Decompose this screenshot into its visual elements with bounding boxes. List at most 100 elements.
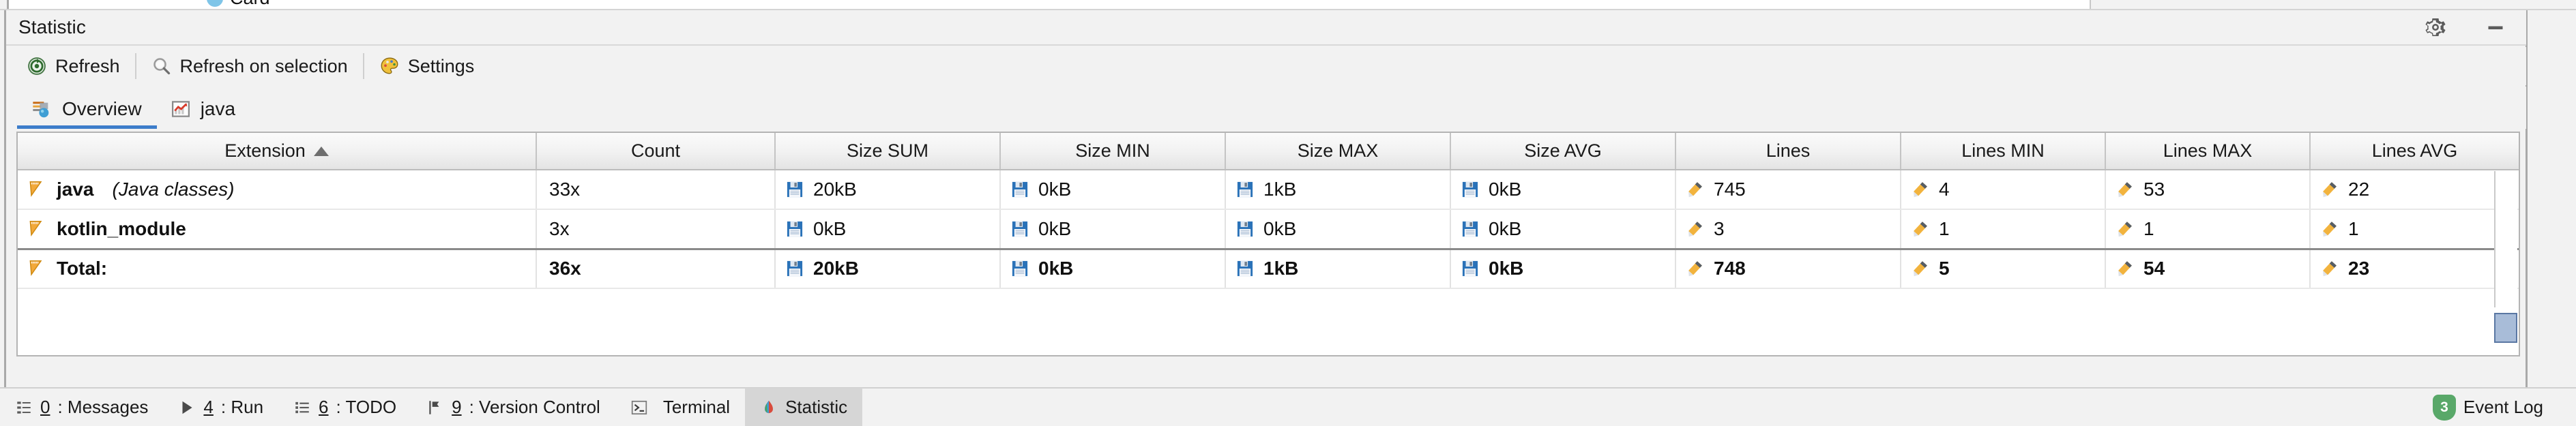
class-icon [207, 0, 223, 7]
gear-icon[interactable] [2420, 12, 2451, 43]
column-header-lines-avg-label: Lines AVG [2371, 140, 2458, 161]
cell-size-sum: 20kB [775, 247, 1001, 289]
cell-lines: 3 [1675, 209, 1901, 249]
cell-size-sum-value: 20kB [813, 179, 857, 200]
status-bar-item-statistic-label: Statistic [785, 397, 848, 417]
tab-overview[interactable]: Overview [17, 89, 157, 129]
cell-total-count: 36x [549, 258, 581, 279]
refresh-icon [27, 56, 47, 76]
cell-size-max-value: 0kB [1263, 217, 1297, 239]
status-bar-item-run-mnemonic: 4 [203, 397, 214, 417]
cell-lines-avg-value: 1 [2348, 217, 2359, 239]
column-header-lines-min[interactable]: Lines MIN [1901, 133, 2106, 170]
status-bar-item-version-control-mnemonic: 9 [452, 397, 462, 417]
refresh-button-label: Refresh [55, 55, 120, 76]
sort-ascending-icon [313, 146, 329, 156]
status-bar-item-event-log-label: Event Log [2463, 397, 2543, 417]
terminal-icon [630, 399, 648, 416]
pencil-icon [1686, 219, 1705, 239]
cell-size-min: 0kB [1000, 247, 1226, 289]
cell-size-max: 1kB [1225, 247, 1451, 289]
cell-lines-min: 4 [1901, 170, 2106, 210]
cell-size-sum: 20kB [775, 170, 1001, 210]
column-header-extension-label: Extension [224, 140, 306, 161]
editor-tab-card[interactable]: Card [207, 0, 270, 9]
chart-icon [171, 99, 191, 119]
toolbar-separator-1 [134, 53, 136, 79]
column-header-size-max[interactable]: Size MAX [1225, 133, 1451, 170]
floppy-disk-icon [1010, 259, 1029, 278]
palette-icon [379, 56, 400, 76]
floppy-disk-icon [785, 259, 804, 278]
column-header-lines-avg[interactable]: Lines AVG [2310, 133, 2519, 170]
column-header-extension[interactable]: Extension [18, 133, 537, 170]
pencil-icon [1686, 259, 1705, 278]
floppy-disk-icon [1235, 180, 1255, 199]
minimize-icon[interactable] [2480, 12, 2511, 43]
pencil-icon [1911, 219, 1930, 239]
run-icon [178, 399, 196, 416]
tab-overview-label: Overview [62, 98, 142, 119]
column-header-lines-label: Lines [1766, 140, 1811, 161]
cell-lines-min-value: 1 [1939, 217, 1950, 239]
cell-total-label: Total: [57, 258, 108, 279]
column-header-size-avg[interactable]: Size AVG [1450, 133, 1676, 170]
status-bar-item-version-control[interactable]: 9 : Version Control [411, 388, 615, 426]
cell-size-min: 0kB [1000, 170, 1226, 210]
status-bar-right-group: 3 Event Log [2418, 388, 2576, 426]
table-vertical-scrollbar-thumb[interactable] [2494, 313, 2517, 343]
cell-extension: java (Java classes) [18, 170, 537, 210]
status-bar-item-event-log[interactable]: 3 Event Log [2418, 388, 2558, 426]
status-bar-item-todo[interactable]: 6 : TODO [278, 388, 411, 426]
cell-size-sum: 0kB [775, 209, 1001, 249]
floppy-disk-icon [1235, 259, 1255, 278]
statistic-icon [760, 399, 778, 416]
toolbar-separator-2 [362, 53, 364, 79]
cell-lines-min: 5 [1901, 247, 2106, 289]
cell-count: 33x [536, 170, 776, 210]
status-bar-item-statistic[interactable]: Statistic [745, 388, 863, 426]
table-row[interactable]: java (Java classes) 33x 20kB 0kB 1kB 0kB… [18, 170, 2519, 210]
pencil-icon [1911, 180, 1930, 199]
pencil-icon [2116, 180, 2135, 199]
todo-icon [293, 399, 311, 416]
column-header-size-sum[interactable]: Size SUM [775, 133, 1001, 170]
table-total-row: Total: 36x 20kB 0kB 1kB 0kB 748 5 54 23 [18, 247, 2519, 289]
statistic-tabs: Overview java [6, 87, 2526, 129]
cell-size-min: 0kB [1000, 209, 1226, 249]
status-bar-item-version-control-label: : Version Control [469, 397, 600, 417]
column-header-lines[interactable]: Lines [1675, 133, 1901, 170]
cell-size-avg-value: 0kB [1489, 217, 1522, 239]
column-header-count[interactable]: Count [536, 133, 776, 170]
floppy-disk-icon [1010, 180, 1029, 199]
editor-tab-card-label: Card [230, 0, 270, 9]
cell-total-lines: 748 [1714, 258, 1746, 279]
cell-extension: kotlin_module [18, 209, 537, 249]
table-vertical-scrollbar-track[interactable] [2494, 171, 2517, 307]
cell-size-max: 1kB [1225, 170, 1451, 210]
cell-size-max: 0kB [1225, 209, 1451, 249]
settings-button[interactable]: Settings [368, 50, 486, 82]
floppy-disk-icon [1461, 180, 1480, 199]
editor-tab-strip-sliver: Card [0, 0, 2576, 9]
status-bar-item-run-label: : Run [220, 397, 264, 417]
statistic-toolbar: Refresh Refresh on selection Settings [6, 47, 2526, 85]
table-row[interactable]: kotlin_module 3x 0kB 0kB 0kB 0kB 3 1 1 1 [18, 209, 2519, 249]
column-header-size-min[interactable]: Size MIN [1000, 133, 1226, 170]
tab-java[interactable]: java [157, 89, 250, 129]
status-bar-item-run[interactable]: 4 : Run [163, 388, 278, 426]
cell-lines-value: 3 [1714, 217, 1725, 239]
refresh-button[interactable]: Refresh [16, 50, 131, 82]
cell-total-size-min: 0kB [1038, 258, 1074, 279]
cell-count: 36x [536, 247, 776, 289]
floppy-disk-icon [785, 180, 804, 199]
cell-total-size-avg: 0kB [1489, 258, 1524, 279]
cell-lines-value: 745 [1714, 179, 1746, 200]
column-header-size-sum-label: Size SUM [846, 140, 929, 161]
status-bar-item-terminal[interactable]: Terminal [615, 388, 745, 426]
status-bar-item-messages[interactable]: 0 : Messages [0, 388, 163, 426]
column-header-lines-max[interactable]: Lines MAX [2105, 133, 2311, 170]
pencil-icon [2116, 219, 2135, 239]
tool-window-header-actions [2420, 12, 2526, 43]
refresh-on-selection-button[interactable]: Refresh on selection [141, 50, 359, 82]
